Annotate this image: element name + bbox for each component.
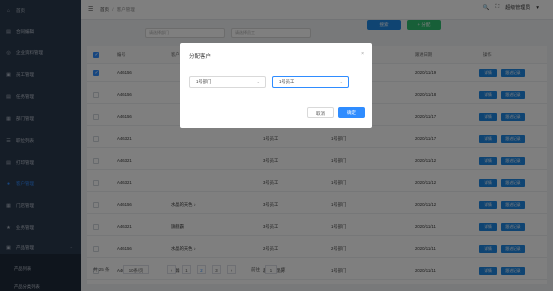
cancel-button[interactable]: 取消: [307, 107, 334, 118]
department-select-value: 1号部门: [196, 79, 212, 84]
staff-select[interactable]: 1号员工 ⌄: [272, 76, 349, 88]
close-icon[interactable]: ×: [361, 51, 364, 57]
dialog-title: 分配客户: [189, 54, 212, 60]
chevron-down-icon: ⌄: [256, 79, 260, 84]
staff-select-value: 1号员工: [279, 79, 295, 84]
confirm-button[interactable]: 确定: [338, 107, 365, 118]
assign-customer-dialog: 分配客户 × 1号部门 ⌄ 1号员工 ⌄ 取消 确定: [180, 43, 372, 128]
department-select[interactable]: 1号部门 ⌄: [189, 76, 266, 88]
chevron-down-icon: ⌄: [339, 79, 343, 84]
